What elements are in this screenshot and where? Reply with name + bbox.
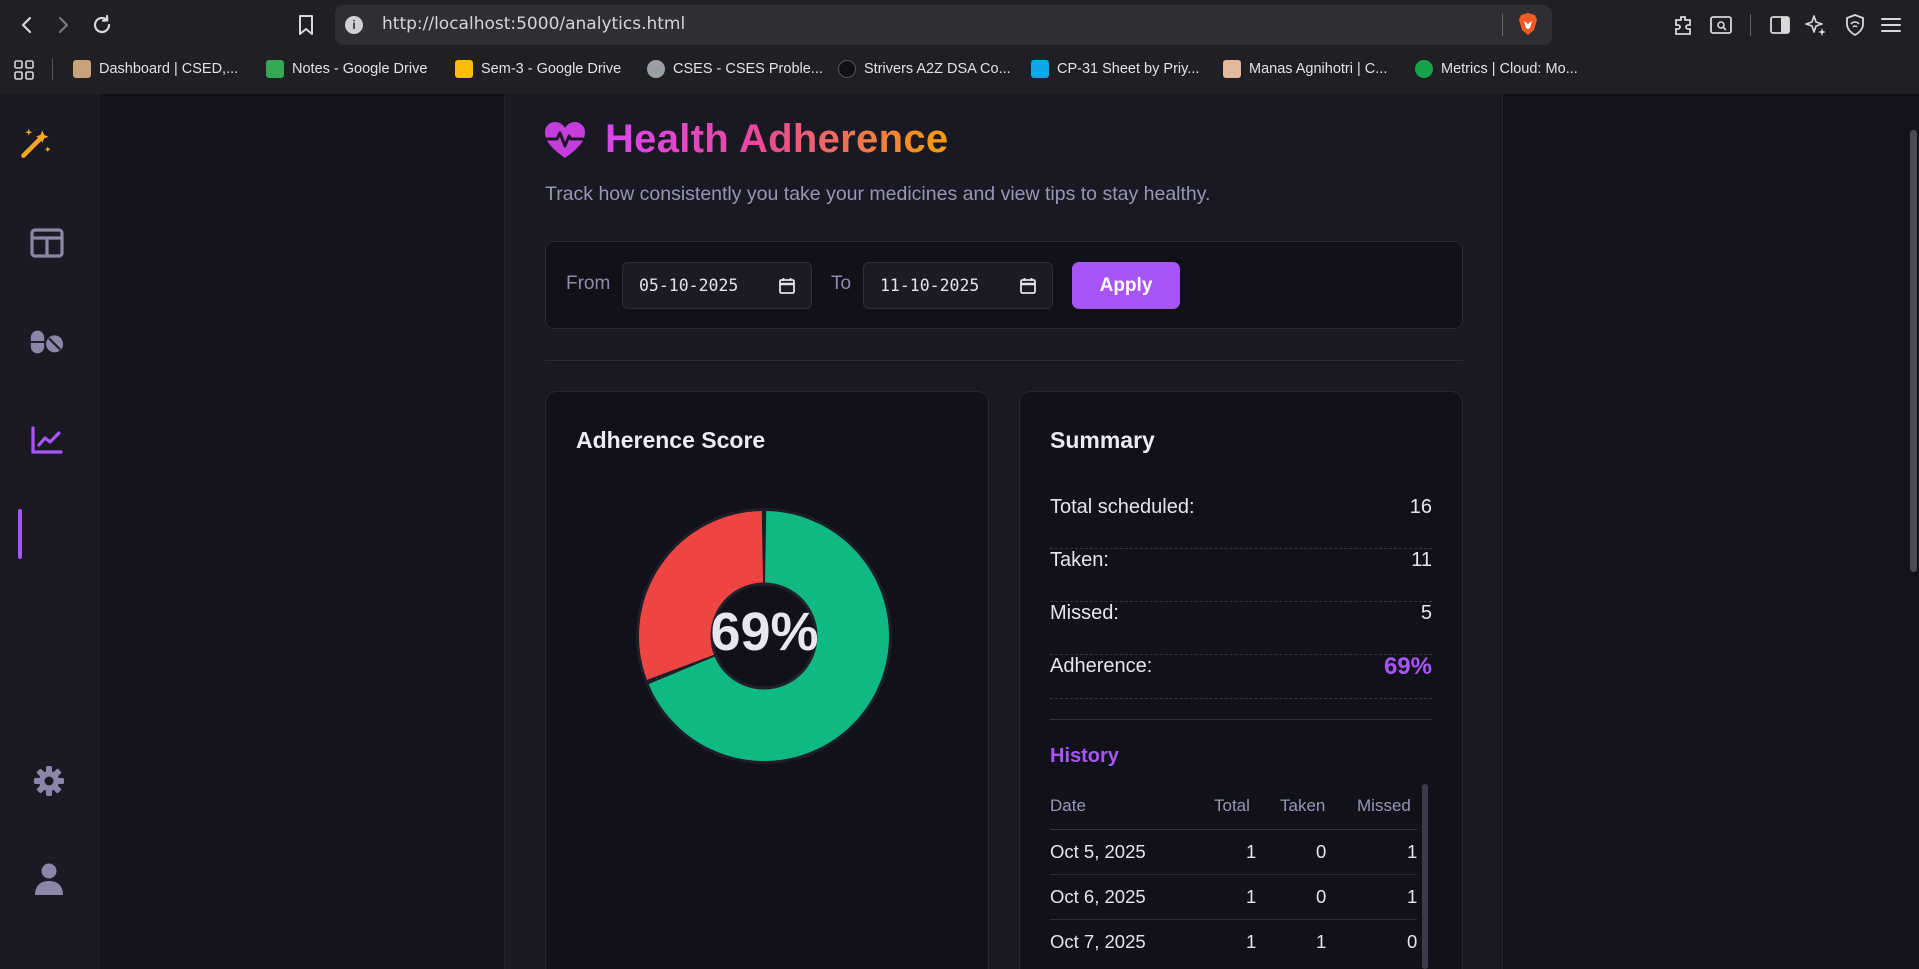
sidebar bbox=[0, 94, 100, 969]
bookmarks-separator bbox=[52, 58, 53, 80]
history-cell-taken: 0 bbox=[1316, 841, 1327, 862]
score-card-title: Adherence Score bbox=[576, 427, 766, 453]
chart-line-icon bbox=[31, 426, 63, 454]
bookmark-manas[interactable]: Manas Agnihotri | C... bbox=[1223, 58, 1387, 80]
cp-sheet-icon bbox=[1031, 60, 1049, 78]
bookmark-sem3-drive[interactable]: Sem-3 - Google Drive bbox=[455, 58, 621, 80]
favicon-icon bbox=[73, 60, 91, 78]
brave-shields-icon[interactable] bbox=[1517, 12, 1539, 36]
summary-title: Summary bbox=[1050, 427, 1155, 453]
sidebar-item-dashboard[interactable] bbox=[29, 225, 65, 261]
pills-icon bbox=[30, 330, 64, 354]
to-label: To bbox=[831, 273, 852, 294]
sidebar-item-profile[interactable] bbox=[31, 861, 67, 897]
google-drive-icon bbox=[455, 60, 473, 78]
tuf-icon bbox=[838, 60, 856, 78]
apps-grid-icon[interactable] bbox=[14, 60, 34, 85]
site-info-icon[interactable]: i bbox=[345, 16, 363, 34]
history-row-line bbox=[1050, 919, 1417, 920]
summary-row-total: Total scheduled: 16 bbox=[1050, 496, 1432, 549]
apply-button[interactable]: Apply bbox=[1072, 262, 1180, 309]
history-cell-missed: 0 bbox=[1407, 931, 1418, 952]
url-text[interactable]: http://localhost:5000/analytics.html bbox=[382, 14, 685, 34]
adherence-percent: 69% bbox=[1383, 653, 1432, 680]
forward-icon[interactable] bbox=[50, 12, 76, 38]
mongodb-leaf-icon bbox=[1415, 60, 1433, 78]
sidebar-item-magic[interactable] bbox=[18, 125, 54, 161]
history-cell-total: 1 bbox=[1246, 886, 1257, 907]
bookmark-metrics[interactable]: Metrics | Cloud: Mo... bbox=[1415, 58, 1578, 80]
leo-ai-icon[interactable] bbox=[1804, 13, 1828, 37]
history-header-line bbox=[1050, 829, 1417, 830]
history-cell-taken: 1 bbox=[1316, 931, 1327, 952]
history-cell-missed: 1 bbox=[1407, 886, 1418, 907]
bookmark-notes-drive[interactable]: Notes - Google Drive bbox=[266, 58, 427, 80]
history-cell-total: 1 bbox=[1246, 931, 1257, 952]
reload-icon[interactable] bbox=[89, 12, 115, 38]
magic-wand-icon bbox=[21, 128, 51, 158]
avatar-icon bbox=[1223, 60, 1241, 78]
bookmark-strivers[interactable]: Strivers A2Z DSA Co... bbox=[838, 58, 1011, 80]
history-cell-total: 1 bbox=[1246, 841, 1257, 862]
summary-row-taken: Taken: 11 bbox=[1050, 549, 1432, 602]
score-value: 69% bbox=[710, 602, 819, 662]
vpn-shield-icon[interactable] bbox=[1843, 13, 1867, 37]
layout-icon bbox=[30, 228, 64, 258]
page-scrollbar[interactable] bbox=[1910, 130, 1917, 572]
sidebar-item-analytics[interactable] bbox=[29, 422, 65, 458]
menu-icon[interactable] bbox=[1879, 13, 1903, 37]
user-icon bbox=[35, 863, 63, 895]
summary-label: Taken: bbox=[1050, 549, 1109, 571]
summary-label: Missed: bbox=[1050, 602, 1119, 624]
history-cell-date: Oct 7, 2025 bbox=[1050, 931, 1146, 952]
heart-pulse-icon bbox=[543, 120, 587, 165]
bookmark-cp31[interactable]: CP-31 Sheet by Priy... bbox=[1031, 58, 1199, 80]
summary-value: 11 bbox=[1411, 549, 1432, 571]
from-label: From bbox=[566, 273, 611, 294]
to-date-value: 11-10-2025 bbox=[880, 276, 980, 295]
from-date-input[interactable]: 05-10-2025 bbox=[622, 262, 812, 309]
summary-row-adherence: Adherence: 69% bbox=[1050, 653, 1432, 699]
google-drive-icon bbox=[266, 60, 284, 78]
from-date-value: 05-10-2025 bbox=[639, 276, 739, 295]
summary-value: 5 bbox=[1420, 602, 1432, 624]
history-col-date: Date bbox=[1050, 796, 1086, 815]
history-col-total: Total bbox=[1214, 796, 1250, 815]
browser-chrome: i http://localhost:5000/analytics.html D… bbox=[0, 0, 1919, 94]
gear-icon bbox=[34, 766, 64, 796]
history-col-missed: Missed bbox=[1357, 796, 1411, 815]
toolbar-divider bbox=[1750, 14, 1751, 36]
back-icon[interactable] bbox=[14, 12, 40, 38]
history-title: History bbox=[1050, 745, 1119, 767]
sidebar-toggle-icon[interactable] bbox=[1768, 13, 1792, 37]
bookmark-cses[interactable]: CSES - CSES Proble... bbox=[647, 58, 823, 80]
summary-row-missed: Missed: 5 bbox=[1050, 602, 1432, 655]
reader-icon[interactable] bbox=[1709, 13, 1733, 37]
history-scrollbar[interactable] bbox=[1422, 784, 1428, 969]
history-cell-missed: 1 bbox=[1407, 841, 1418, 862]
active-indicator bbox=[18, 509, 22, 559]
history-col-taken: Taken bbox=[1280, 796, 1326, 815]
extensions-icon[interactable] bbox=[1672, 13, 1696, 37]
calendar-icon[interactable] bbox=[1020, 277, 1036, 294]
page-title: Health Adherence bbox=[605, 117, 949, 161]
bookmark-page-icon[interactable] bbox=[296, 14, 316, 41]
summary-value: 16 bbox=[1409, 496, 1432, 518]
history-row-line bbox=[1050, 874, 1417, 875]
to-date-input[interactable]: 11-10-2025 bbox=[863, 262, 1053, 309]
page-subtitle: Track how consistently you take your med… bbox=[545, 183, 1211, 205]
history-cell-taken: 0 bbox=[1316, 886, 1327, 907]
summary-separator bbox=[1050, 719, 1432, 720]
bookmark-dashboard[interactable]: Dashboard | CSED,... bbox=[73, 58, 238, 80]
url-divider bbox=[1502, 14, 1503, 36]
history-cell-date: Oct 5, 2025 bbox=[1050, 841, 1146, 862]
calendar-icon[interactable] bbox=[779, 277, 795, 294]
summary-label: Adherence: bbox=[1050, 655, 1153, 677]
sidebar-item-settings[interactable] bbox=[31, 763, 67, 799]
summary-label: Total scheduled: bbox=[1050, 496, 1195, 518]
sidebar-item-medicines[interactable] bbox=[29, 324, 65, 360]
globe-icon bbox=[647, 60, 665, 78]
history-cell-date: Oct 6, 2025 bbox=[1050, 886, 1146, 907]
section-divider bbox=[545, 360, 1463, 361]
